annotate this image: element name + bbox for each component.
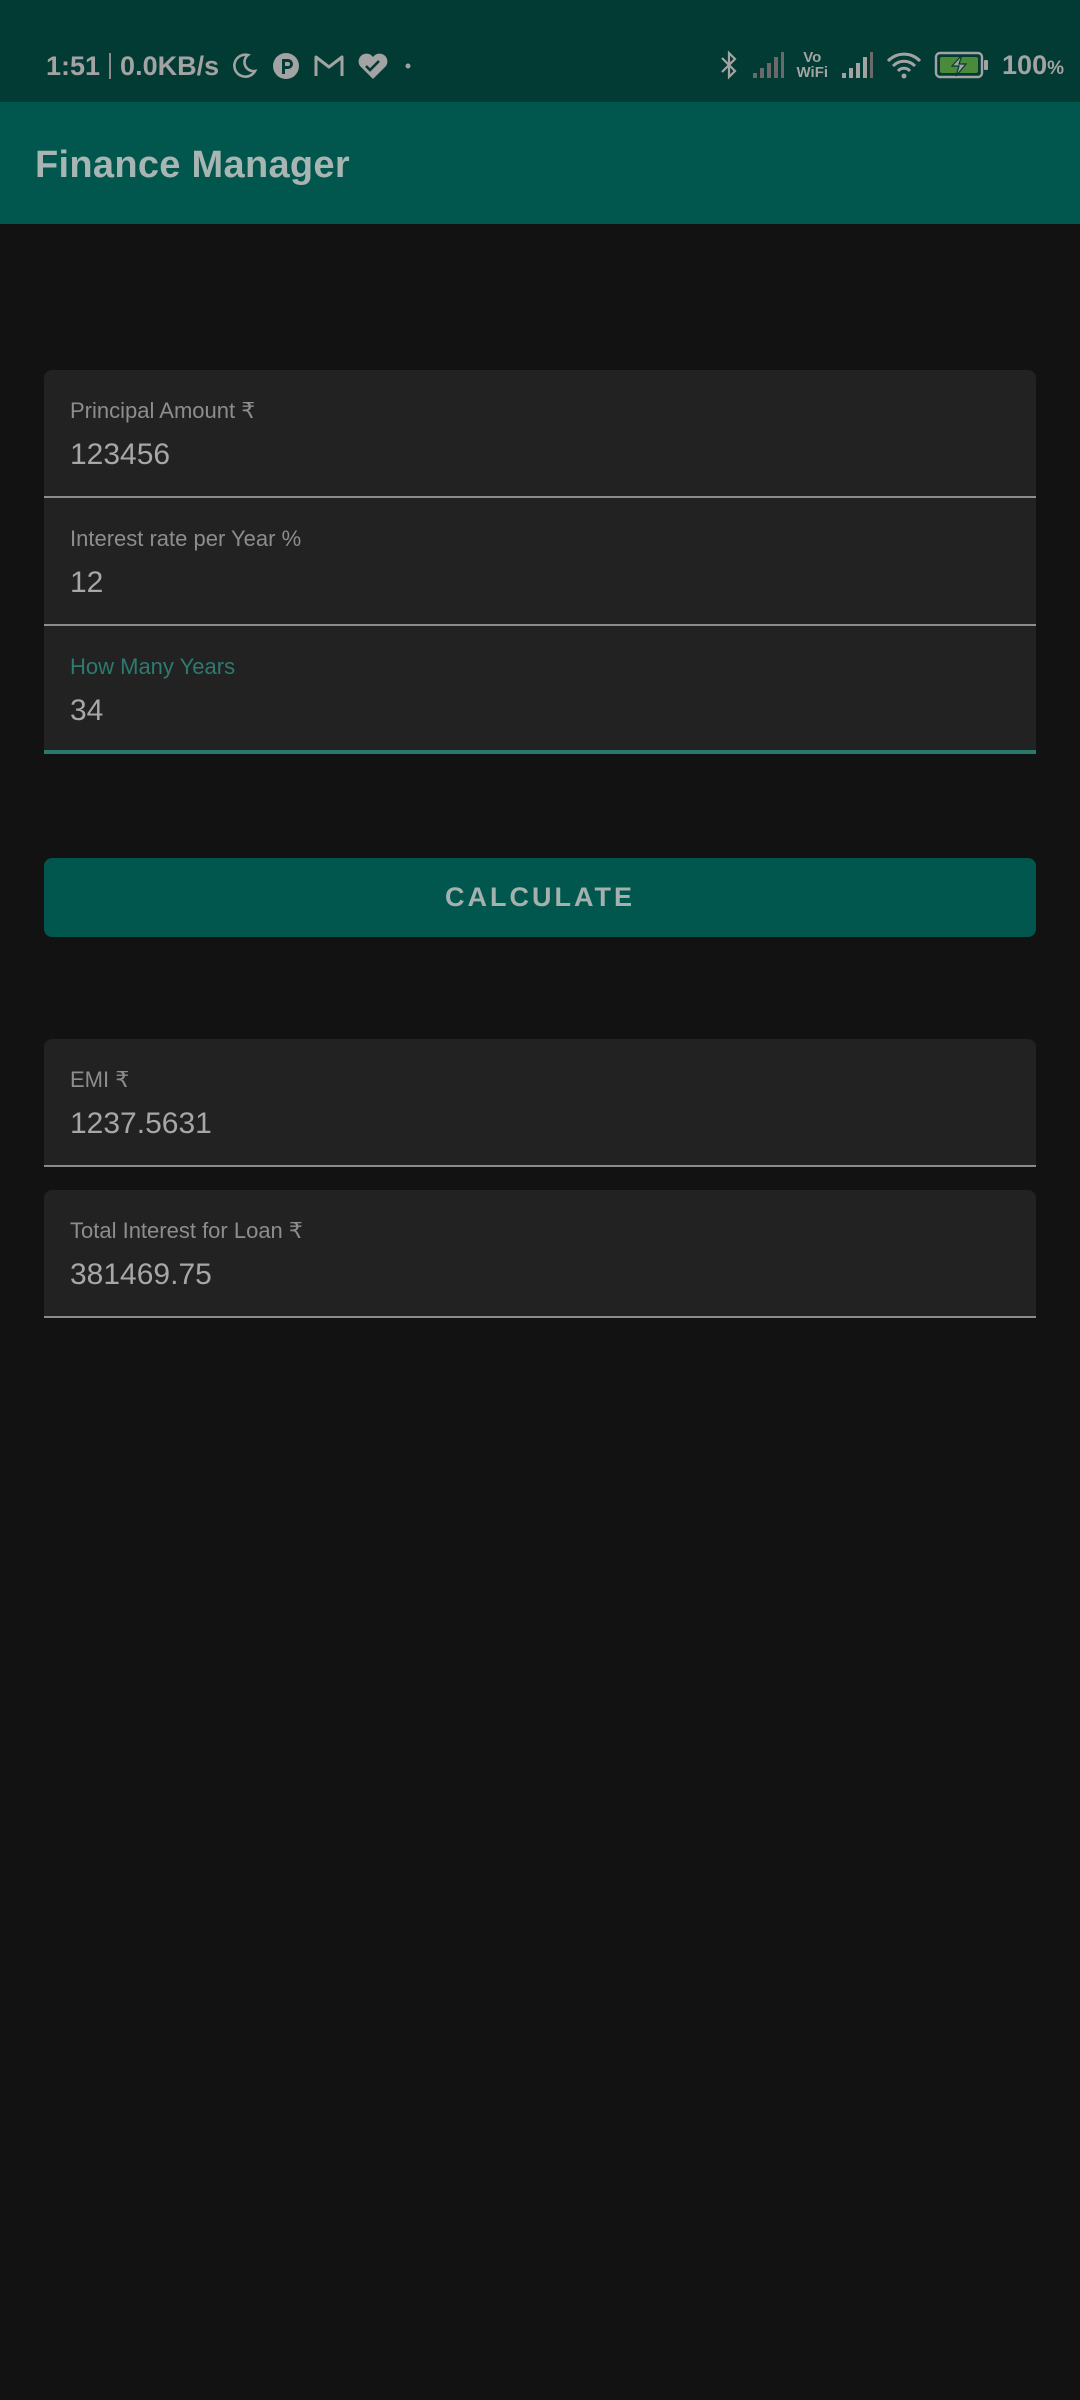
app-title: Finance Manager	[35, 144, 350, 186]
total-interest-field[interactable]: Total Interest for Loan ₹ 381469.75	[44, 1190, 1036, 1318]
total-interest-label: Total Interest for Loan ₹	[70, 1218, 303, 1243]
network-speed: 0.0KB/s	[120, 50, 220, 81]
principal-amount-field[interactable]: Principal Amount ₹ 123456	[44, 370, 1036, 498]
wifi-icon	[886, 51, 922, 79]
interest-rate-field[interactable]: Interest rate per Year % 12	[44, 498, 1036, 626]
emi-field[interactable]: EMI ₹ 1237.5631	[44, 1039, 1036, 1167]
app-bar: Finance Manager	[0, 102, 1080, 224]
signal-icon	[751, 51, 785, 79]
dot-icon	[401, 59, 415, 73]
emi-value[interactable]: 1237.5631	[70, 1107, 212, 1141]
battery-unit: %	[1047, 57, 1064, 79]
vowifi-bottom-text: WiFi	[796, 64, 829, 81]
vowifi-top-text: Vo	[803, 49, 822, 66]
vowifi-icon: Vo WiFi	[797, 50, 829, 80]
p-app-icon	[271, 51, 301, 81]
interest-rate-label: Interest rate per Year %	[70, 526, 302, 551]
status-bar-right: Vo WiFi 100%	[719, 44, 1064, 86]
signal-icon	[840, 51, 874, 79]
battery-level: 100%	[1002, 50, 1064, 81]
moon-icon	[229, 51, 259, 81]
years-input[interactable]: 34	[70, 694, 103, 728]
emi-label: EMI ₹	[70, 1067, 130, 1092]
clock: 1:51	[46, 50, 101, 81]
battery-charging-icon	[934, 50, 990, 80]
years-label: How Many Years	[70, 654, 236, 679]
status-bar: 1:51 0.0KB/s Vo WiFi 100%	[0, 0, 1080, 102]
calculate-button[interactable]: CALCULATE	[44, 858, 1036, 937]
gmail-icon	[313, 52, 345, 80]
total-interest-value[interactable]: 381469.75	[70, 1258, 212, 1292]
interest-rate-input[interactable]: 12	[70, 566, 103, 600]
battery-percent: 100	[1002, 49, 1048, 80]
status-separator	[109, 53, 112, 79]
principal-amount-input[interactable]: 123456	[70, 438, 170, 472]
status-bar-left: 1:51 0.0KB/s	[46, 46, 415, 86]
principal-amount-label: Principal Amount ₹	[70, 398, 256, 423]
bluetooth-icon	[719, 49, 739, 81]
years-field[interactable]: How Many Years 34	[44, 626, 1036, 754]
heart-icon	[357, 51, 389, 81]
